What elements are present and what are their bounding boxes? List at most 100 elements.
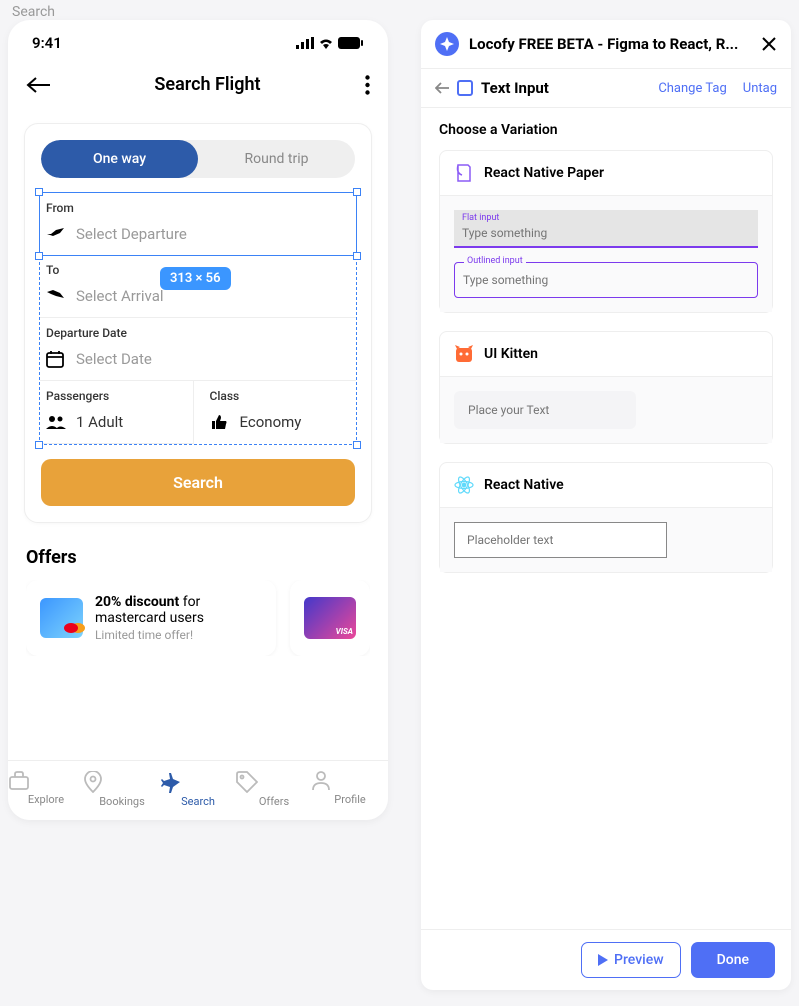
offer-card-visa[interactable]: VISA — [290, 580, 370, 656]
plane-icon — [160, 771, 236, 793]
nav-search[interactable]: Search — [160, 761, 236, 820]
preview-label: Preview — [614, 952, 664, 968]
panel-header: Locofy FREE BETA - Figma to React, R... — [421, 20, 791, 69]
passengers-input[interactable]: 1 Adult — [40, 405, 193, 439]
selection-size-badge: 313 × 56 — [160, 267, 231, 290]
nav-label: Explore — [8, 793, 84, 806]
offers-heading: Offers — [26, 547, 370, 568]
nav-label: Offers — [236, 795, 312, 808]
selection-handle[interactable] — [353, 188, 361, 196]
kitten-input[interactable] — [454, 391, 636, 429]
status-bar: 9:41 — [8, 20, 388, 58]
phone-frame: 9:41 Search Flight One way Round trip — [8, 20, 388, 820]
app-search-label: Search — [12, 4, 55, 20]
panel-subheader: Text Input Change Tag Untag — [421, 69, 791, 108]
selection-handle[interactable] — [353, 441, 361, 449]
outlined-input[interactable] — [454, 262, 758, 298]
plane-landing-icon — [46, 288, 66, 304]
nav-explore[interactable]: Explore — [8, 761, 84, 820]
locofy-panel: Locofy FREE BETA - Figma to React, R... … — [421, 20, 791, 990]
variation-name: UI Kitten — [484, 346, 538, 362]
date-input[interactable]: Select Date — [40, 342, 356, 376]
nav-label: Bookings — [84, 795, 160, 808]
from-input[interactable]: Select Departure — [40, 217, 356, 251]
passengers-label: Passengers — [40, 385, 193, 405]
variation-name: React Native — [484, 477, 564, 493]
rn-input[interactable] — [454, 522, 667, 558]
screen-header: Search Flight — [8, 58, 388, 111]
react-icon — [454, 475, 474, 495]
flat-input-preview[interactable]: Flat input — [454, 210, 758, 248]
to-placeholder: Select Arrival — [76, 287, 164, 305]
from-placeholder: Select Departure — [76, 225, 187, 243]
done-button[interactable]: Done — [691, 942, 775, 978]
locofy-logo-icon — [435, 32, 459, 56]
calendar-icon — [46, 350, 66, 368]
date-placeholder: Select Date — [76, 350, 152, 368]
kebab-menu-icon[interactable] — [365, 75, 370, 95]
change-tag-link[interactable]: Change Tag — [658, 81, 726, 96]
outlined-input-label: Outlined input — [464, 256, 526, 266]
page-title: Search Flight — [154, 74, 260, 95]
text-input-tag-icon — [457, 80, 473, 96]
variation-ui-kitten[interactable]: UI Kitten — [439, 331, 773, 444]
nav-label: Profile — [312, 793, 388, 806]
round-trip-tab[interactable]: Round trip — [198, 140, 355, 178]
plane-takeoff-icon — [46, 226, 66, 242]
date-label: Departure Date — [40, 322, 356, 342]
tag-name: Text Input — [481, 79, 642, 97]
preview-button[interactable]: Preview — [581, 942, 681, 978]
from-label: From — [40, 197, 356, 217]
nav-offers[interactable]: Offers — [236, 761, 312, 820]
play-icon — [598, 954, 608, 966]
thumbs-up-icon — [210, 414, 230, 430]
paper-icon — [454, 163, 474, 183]
offer-title: 20% discount for mastercard users — [95, 594, 262, 626]
nav-bookings[interactable]: Bookings — [84, 761, 160, 820]
back-icon[interactable] — [26, 76, 50, 94]
class-label: Class — [204, 385, 357, 405]
nav-label: Search — [160, 795, 236, 808]
nav-profile[interactable]: Profile — [312, 761, 388, 820]
flat-input[interactable] — [454, 210, 758, 248]
class-input[interactable]: Economy — [204, 405, 357, 439]
close-icon[interactable] — [761, 36, 777, 52]
offer-card-mastercard[interactable]: 20% discount for mastercard users Limite… — [26, 580, 276, 656]
variation-react-native-paper[interactable]: React Native Paper Flat input Outlined i… — [439, 150, 773, 313]
flat-input-label: Flat input — [462, 213, 499, 223]
selection-handle[interactable] — [35, 252, 43, 260]
battery-icon — [338, 37, 364, 49]
offer-subtitle: Limited time offer! — [95, 628, 262, 642]
status-time: 9:41 — [32, 34, 62, 52]
figma-selection[interactable]: 313 × 56 From Select Departure To — [39, 192, 357, 445]
outlined-input-preview[interactable]: Outlined input — [454, 262, 758, 298]
selection-handle[interactable] — [353, 252, 361, 260]
variation-react-native[interactable]: React Native — [439, 462, 773, 573]
wifi-icon — [318, 37, 334, 49]
variation-name: React Native Paper — [484, 165, 604, 181]
flight-search-card: One way Round trip 313 × 56 From Select … — [24, 123, 372, 523]
one-way-tab[interactable]: One way — [41, 140, 198, 178]
panel-body: Choose a Variation React Native Paper Fl… — [421, 108, 791, 929]
visa-card-icon: VISA — [304, 597, 356, 639]
tag-icon — [236, 771, 312, 793]
untag-link[interactable]: Untag — [743, 81, 777, 96]
offers-section: Offers 20% discount for mastercard users… — [8, 535, 388, 668]
trip-type-toggle: One way Round trip — [41, 140, 355, 178]
people-icon — [46, 415, 66, 429]
pin-icon — [84, 771, 160, 793]
selection-handle[interactable] — [35, 188, 43, 196]
briefcase-icon — [8, 771, 84, 791]
selection-handle[interactable] — [35, 441, 43, 449]
choose-variation-label: Choose a Variation — [439, 122, 773, 138]
panel-footer: Preview Done — [421, 929, 791, 990]
panel-title: Locofy FREE BETA - Figma to React, R... — [469, 35, 751, 53]
ui-kitten-icon — [454, 344, 474, 364]
search-button[interactable]: Search — [41, 459, 355, 506]
person-icon — [312, 771, 388, 791]
mastercard-icon — [40, 598, 83, 638]
bottom-nav: Explore Bookings Search Offers Profile — [8, 760, 388, 820]
back-arrow-icon[interactable] — [435, 82, 449, 94]
signal-icon — [296, 37, 314, 49]
passengers-value: 1 Adult — [76, 413, 123, 431]
